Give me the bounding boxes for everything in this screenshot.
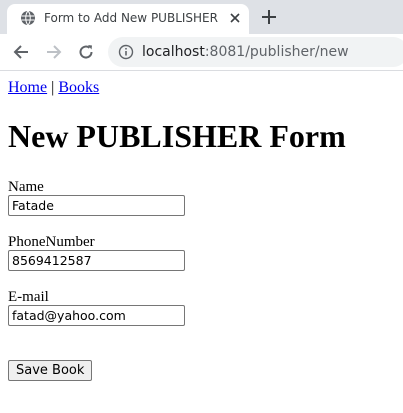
email-label: E-mail [8, 289, 49, 305]
info-icon[interactable] [118, 44, 134, 60]
tab-strip: Form to Add New PUBLISHER [0, 0, 403, 34]
name-label: Name [8, 179, 44, 195]
email-field[interactable] [8, 305, 185, 326]
url-text: localhost:8081/publisher/new [142, 44, 349, 60]
phone-label: PhoneNumber [8, 234, 95, 250]
browser-tab[interactable]: Form to Add New PUBLISHER [7, 4, 249, 34]
home-link[interactable]: Home [8, 79, 47, 96]
nav-links: Home | Books [8, 79, 99, 97]
address-bar[interactable]: localhost:8081/publisher/new [108, 37, 403, 67]
page-title: New PUBLISHER Form [8, 118, 346, 154]
phone-field[interactable] [8, 250, 185, 271]
tab-title: Form to Add New PUBLISHER [44, 11, 218, 25]
name-field[interactable] [8, 195, 185, 216]
globe-icon [21, 10, 35, 26]
save-button[interactable]: Save Book [8, 360, 93, 381]
back-icon[interactable] [12, 43, 30, 61]
close-icon[interactable] [228, 11, 242, 25]
books-link[interactable]: Books [58, 79, 99, 96]
forward-icon[interactable] [45, 43, 63, 61]
plus-icon[interactable] [260, 8, 278, 26]
browser-toolbar: localhost:8081/publisher/new [0, 34, 403, 71]
reload-icon[interactable] [77, 43, 95, 61]
nav-separator: | [51, 79, 55, 96]
